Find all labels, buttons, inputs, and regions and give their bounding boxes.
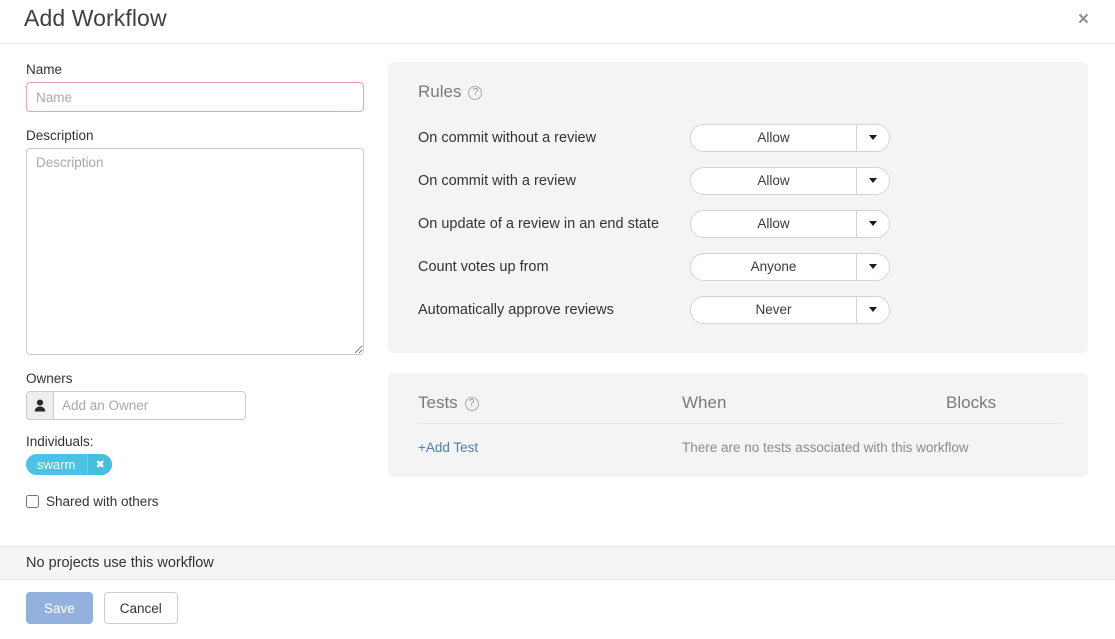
modal-footer: Save Cancel [0,592,1115,624]
help-icon[interactable]: ? [465,397,479,411]
rules-panel: Rules ? On commit without a review Allow… [388,62,1088,353]
shared-with-others-label[interactable]: Shared with others [46,494,159,509]
rule-row: Automatically approve reviews Never [418,288,1062,331]
page-title: Add Workflow [24,5,167,32]
rule-label: Automatically approve reviews [418,302,690,318]
help-icon[interactable]: ? [468,86,482,100]
owner-tag-remove-icon[interactable]: ✖ [87,454,112,475]
chevron-down-icon[interactable] [856,254,889,280]
rule-row: On update of a review in an end state Al… [418,202,1062,245]
tests-empty-message: There are no tests associated with this … [682,440,969,455]
owner-tag-label: swarm [26,454,87,475]
shared-with-others-row: Shared with others [26,494,364,509]
tests-table-header: Tests ? When Blocks [418,393,1062,424]
name-field-group: Name [26,62,364,112]
save-button[interactable]: Save [26,592,93,624]
tests-table-body: +Add Test There are no tests associated … [418,424,1062,455]
right-column: Rules ? On commit without a review Allow… [388,62,1088,477]
rule-value-button[interactable]: Allow [691,211,856,237]
add-owner-input-group [26,391,246,420]
chevron-down-icon[interactable] [856,211,889,237]
rule-row: Count votes up from Anyone [418,245,1062,288]
description-label: Description [26,128,364,143]
chevron-down-icon[interactable] [856,297,889,323]
column-header-when: When [682,393,946,413]
rule-label: On commit without a review [418,130,690,146]
shared-with-others-checkbox[interactable] [26,495,39,508]
close-icon[interactable]: × [1074,8,1093,31]
add-test-link[interactable]: +Add Test [418,440,682,455]
rule-row: On commit with a review Allow [418,159,1062,202]
rule-label: Count votes up from [418,259,690,275]
tests-title-text: Tests [418,393,458,413]
rules-title-text: Rules [418,82,461,102]
owner-tag[interactable]: swarm ✖ [26,454,112,475]
chevron-down-icon[interactable] [856,168,889,194]
rule-value-button[interactable]: Anyone [691,254,856,280]
individuals-label: Individuals: [26,434,364,449]
owners-label: Owners [26,371,364,386]
workflow-usage-text: No projects use this workflow [26,555,214,571]
rule-row: On commit without a review Allow [418,116,1062,159]
name-label: Name [26,62,364,77]
workflow-form: Name Description Owners Individuals: swa [0,44,388,525]
add-owner-input[interactable] [53,391,246,420]
rule-dropdown-count-votes[interactable]: Anyone [690,253,890,281]
rules-panel-title: Rules ? [418,82,1062,102]
column-header-blocks: Blocks [946,393,1062,413]
rule-dropdown-update-end-state[interactable]: Allow [690,210,890,238]
rule-value-button[interactable]: Never [691,297,856,323]
modal-header: Add Workflow × [0,0,1115,44]
rule-value-button[interactable]: Allow [691,168,856,194]
workflow-usage-bar: No projects use this workflow [0,546,1115,580]
owners-field-group: Owners Individuals: swarm ✖ Shared with … [26,371,364,509]
rule-dropdown-auto-approve[interactable]: Never [690,296,890,324]
cancel-button[interactable]: Cancel [104,592,178,624]
chevron-down-icon[interactable] [856,125,889,151]
description-field-group: Description [26,128,364,355]
rule-dropdown-commit-without-review[interactable]: Allow [690,124,890,152]
modal-body: Name Description Owners Individuals: swa [0,44,1115,546]
rule-label: On update of a review in an end state [418,216,690,232]
tests-panel: Tests ? When Blocks +Add Test There are … [388,373,1088,477]
rule-value-button[interactable]: Allow [691,125,856,151]
name-input[interactable] [26,82,364,112]
description-input[interactable] [26,148,364,355]
user-icon [26,391,53,420]
column-header-tests: Tests ? [418,393,682,413]
rule-label: On commit with a review [418,173,690,189]
rule-dropdown-commit-with-review[interactable]: Allow [690,167,890,195]
